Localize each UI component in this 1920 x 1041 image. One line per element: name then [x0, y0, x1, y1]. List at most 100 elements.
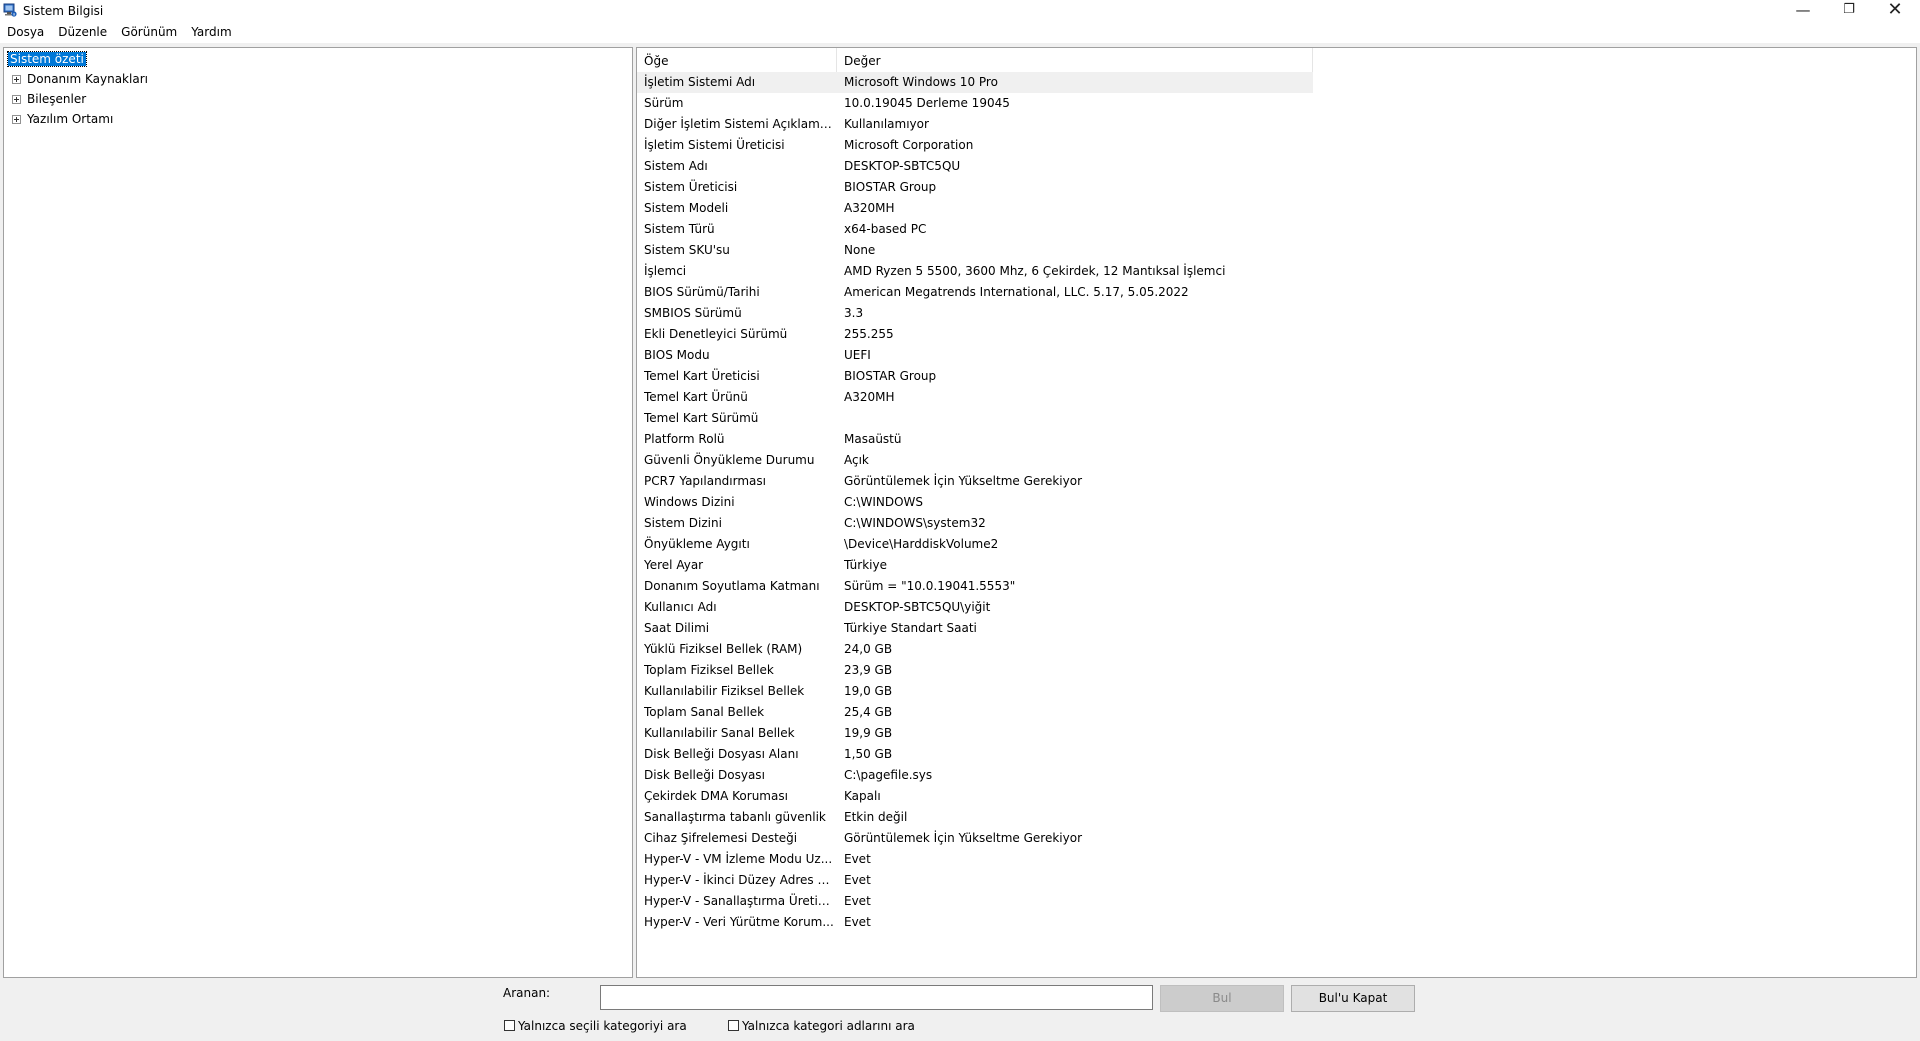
search-category-names-checkbox[interactable]: [728, 1020, 739, 1031]
value-cell: C:\pagefile.sys: [844, 768, 933, 782]
table-row[interactable]: Toplam Fiziksel Bellek 23,9 GB: [637, 660, 1313, 681]
item-cell: Sistem Adı: [644, 159, 708, 173]
close-find-button[interactable]: Bul'u Kapat: [1291, 985, 1415, 1012]
value-cell: 23,9 GB: [844, 663, 893, 677]
tree-item-software-environment[interactable]: Yazılım Ortamı: [8, 110, 115, 128]
table-row[interactable]: Ekli Denetleyici Sürümü 255.255: [637, 324, 1313, 345]
table-row[interactable]: Donanım Soyutlama Katmanı Sürüm = "10.0.1…: [637, 576, 1313, 597]
tree-item-hardware-resources[interactable]: Donanım Kaynakları: [8, 70, 150, 88]
table-row[interactable]: PCR7 Yapılandırması Görüntülemek İçin Yük…: [637, 471, 1313, 492]
table-row[interactable]: Kullanılabilir Fiziksel Bellek 19,0 GB: [637, 681, 1313, 702]
item-cell: Windows Dizini: [644, 495, 735, 509]
table-row[interactable]: Sistem Adı DESKTOP-SBTC5QU: [637, 156, 1313, 177]
table-row[interactable]: Sürüm 10.0.19045 Derleme 19045: [637, 93, 1313, 114]
item-cell: Platform Rolü: [644, 432, 725, 446]
table-row[interactable]: Toplam Sanal Bellek 25,4 GB: [637, 702, 1313, 723]
details-list[interactable]: Öğe Değer İşletim Sistemi Adı Microsoft W…: [636, 47, 1917, 978]
table-row[interactable]: Hyper-V - İkinci Düzey Adres Ç... Evet: [637, 870, 1313, 891]
tree-item-components[interactable]: Bileşenler: [8, 90, 88, 108]
item-cell: Sistem SKU'su: [644, 243, 730, 257]
menu-bar: Dosya Düzenle Görünüm Yardım: [0, 22, 1920, 43]
item-cell: SMBIOS Sürümü: [644, 306, 742, 320]
item-cell: Temel Kart Sürümü: [644, 411, 759, 425]
value-cell: \Device\HarddiskVolume2: [844, 537, 999, 551]
menu-view[interactable]: Görünüm: [114, 22, 184, 43]
item-cell: Cihaz Şifrelemesi Desteği: [644, 831, 798, 845]
menu-edit[interactable]: Düzenle: [51, 22, 114, 43]
table-row[interactable]: Disk Belleği Dosyası Alanı 1,50 GB: [637, 744, 1313, 765]
item-cell: Sistem Türü: [644, 222, 715, 236]
column-header-item[interactable]: Öğe: [637, 48, 837, 72]
value-cell: Evet: [844, 852, 871, 866]
table-row[interactable]: Sistem Modeli A320MH: [637, 198, 1313, 219]
value-cell: Türkiye: [844, 558, 887, 572]
find-button[interactable]: Bul: [1160, 985, 1284, 1012]
search-selected-category-checkbox[interactable]: [504, 1020, 515, 1031]
item-cell: Toplam Fiziksel Bellek: [644, 663, 774, 677]
table-row[interactable]: İşletim Sistemi Adı Microsoft Windows 10 …: [637, 72, 1313, 93]
column-header-value[interactable]: Değer: [837, 48, 1313, 72]
expand-icon[interactable]: [12, 75, 21, 84]
expand-icon[interactable]: [12, 115, 21, 124]
table-row[interactable]: Diğer İşletim Sistemi Açıklaması Kullanıl…: [637, 114, 1313, 135]
checkbox-label: Yalnızca kategori adlarını ara: [742, 1019, 915, 1033]
close-button[interactable]: ✕: [1872, 0, 1918, 22]
item-cell: Donanım Soyutlama Katmanı: [644, 579, 820, 593]
table-row[interactable]: SMBIOS Sürümü 3.3: [637, 303, 1313, 324]
item-cell: İşlemci: [644, 264, 687, 278]
table-row[interactable]: Disk Belleği Dosyası C:\pagefile.sys: [637, 765, 1313, 786]
table-row[interactable]: Önyükleme Aygıtı \Device\HarddiskVolume2: [637, 534, 1313, 555]
table-row[interactable]: Kullanılabilir Sanal Bellek 19,9 GB: [637, 723, 1313, 744]
table-row[interactable]: İşletim Sistemi Üreticisi Microsoft Corpo…: [637, 135, 1313, 156]
item-cell: Sistem Üreticisi: [644, 180, 738, 194]
minimize-button[interactable]: —: [1780, 0, 1826, 22]
item-cell: Kullanılabilir Sanal Bellek: [644, 726, 795, 740]
value-cell: 3.3: [844, 306, 864, 320]
value-cell: 25,4 GB: [844, 705, 893, 719]
search-input[interactable]: [600, 985, 1153, 1010]
table-row[interactable]: Yüklü Fiziksel Bellek (RAM) 24,0 GB: [637, 639, 1313, 660]
search-selected-category-option[interactable]: Yalnızca seçili kategoriyi ara: [504, 1018, 687, 1034]
value-cell: Evet: [844, 873, 871, 887]
category-tree[interactable]: Sistem özeti Donanım Kaynakları Bileşenl…: [3, 47, 633, 978]
tree-item-system-summary[interactable]: Sistem özeti: [7, 50, 87, 68]
table-row[interactable]: BIOS Modu UEFI: [637, 345, 1313, 366]
value-cell: 24,0 GB: [844, 642, 893, 656]
item-cell: Toplam Sanal Bellek: [644, 705, 765, 719]
tree-item-label: Bileşenler: [27, 92, 87, 106]
table-row[interactable]: Temel Kart Sürümü: [637, 408, 1313, 429]
item-cell: Temel Kart Üreticisi: [644, 369, 760, 383]
search-category-names-option[interactable]: Yalnızca kategori adlarını ara: [728, 1018, 915, 1034]
table-row[interactable]: Temel Kart Ürünü A320MH: [637, 387, 1313, 408]
table-row[interactable]: Sistem Üreticisi BIOSTAR Group: [637, 177, 1313, 198]
table-row[interactable]: Güvenli Önyükleme Durumu Açık: [637, 450, 1313, 471]
table-row[interactable]: Sistem Türü x64-based PC: [637, 219, 1313, 240]
table-row[interactable]: Sanallaştırma tabanlı güvenlik Etkin deği…: [637, 807, 1313, 828]
table-row[interactable]: Sistem Dizini C:\WINDOWS\system32: [637, 513, 1313, 534]
menu-help[interactable]: Yardım: [184, 22, 238, 43]
table-row[interactable]: Sistem SKU'su None: [637, 240, 1313, 261]
tree-item-label: Yazılım Ortamı: [27, 112, 114, 126]
table-row[interactable]: Çekirdek DMA Koruması Kapalı: [637, 786, 1313, 807]
table-row[interactable]: Hyper-V - VM İzleme Modu Uz... Evet: [637, 849, 1313, 870]
menu-file[interactable]: Dosya: [0, 22, 51, 43]
table-row[interactable]: İşlemci AMD Ryzen 5 5500, 3600 Mhz, 6 Çek…: [637, 261, 1313, 282]
item-cell: PCR7 Yapılandırması: [644, 474, 766, 488]
table-row[interactable]: Saat Dilimi Türkiye Standart Saati: [637, 618, 1313, 639]
value-cell: AMD Ryzen 5 5500, 3600 Mhz, 6 Çekirdek, …: [844, 264, 1226, 278]
table-row[interactable]: Yerel Ayar Türkiye: [637, 555, 1313, 576]
table-row[interactable]: Platform Rolü Masaüstü: [637, 429, 1313, 450]
maximize-button[interactable]: ❐: [1826, 0, 1872, 22]
table-row[interactable]: Hyper-V - Veri Yürütme Korum... Evet: [637, 912, 1313, 933]
table-row[interactable]: Windows Dizini C:\WINDOWS: [637, 492, 1313, 513]
item-cell: Güvenli Önyükleme Durumu: [644, 453, 815, 467]
checkbox-label: Yalnızca seçili kategoriyi ara: [518, 1019, 687, 1033]
table-row[interactable]: Temel Kart Üreticisi BIOSTAR Group: [637, 366, 1313, 387]
item-cell: Disk Belleği Dosyası: [644, 768, 765, 782]
value-cell: Evet: [844, 894, 871, 908]
expand-icon[interactable]: [12, 95, 21, 104]
table-row[interactable]: Kullanıcı Adı DESKTOP-SBTC5QU\yiğit: [637, 597, 1313, 618]
table-row[interactable]: Cihaz Şifrelemesi Desteği Görüntülemek İç…: [637, 828, 1313, 849]
table-row[interactable]: BIOS Sürümü/Tarihi American Megatrends In…: [637, 282, 1313, 303]
table-row[interactable]: Hyper-V - Sanallaştırma Üretici ... Evet: [637, 891, 1313, 912]
